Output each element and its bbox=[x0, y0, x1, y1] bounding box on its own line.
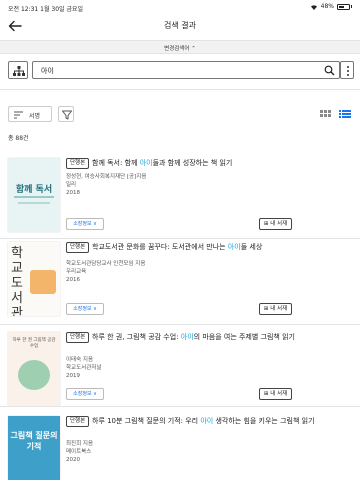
holdings-button[interactable]: 소장정보 ∨ bbox=[66, 218, 104, 230]
add-to-shelf-button[interactable]: ⊞ 내 서재 bbox=[259, 218, 292, 230]
item-title[interactable]: 하루 10분 그림책 질문의 기적: 우리 아이 생각하는 힘을 키우는 그림책… bbox=[92, 416, 348, 426]
cover-title: 하루 한 권 그림책 공감 수업 bbox=[12, 338, 56, 349]
add-to-shelf-button[interactable]: ⊞ 내 서재 bbox=[259, 303, 292, 315]
chevron-up-icon: ⌃ bbox=[191, 46, 196, 52]
book-cover[interactable]: 학교도서관 bbox=[8, 242, 60, 316]
divider bbox=[0, 406, 360, 407]
item-publisher: 일리 bbox=[66, 182, 77, 188]
status-time: 오전 12:31 1월 30일 금요일 bbox=[8, 6, 84, 13]
item-year: 2016 bbox=[66, 277, 80, 283]
search-input[interactable]: 아이 bbox=[32, 61, 340, 79]
item-publisher: 메이트북스 bbox=[66, 449, 92, 455]
divider bbox=[0, 89, 360, 90]
search-row: 아이 bbox=[8, 61, 354, 79]
item-author: 학교도서관담당교사 인천모임 지음 bbox=[66, 261, 146, 267]
item-author: 이태숙 지음 bbox=[66, 357, 94, 363]
cover-title: 함께 독서 bbox=[15, 185, 53, 195]
kebab-menu-icon bbox=[347, 66, 349, 76]
holdings-button[interactable]: 소장정보 ∨ bbox=[66, 388, 104, 400]
sort-toolbar: 서명 bbox=[8, 106, 352, 122]
book-cover[interactable]: 하루 한 권 그림책 공감 수업 bbox=[8, 332, 60, 406]
divider bbox=[0, 324, 360, 325]
type-badge: 단행본 bbox=[66, 416, 90, 427]
item-title[interactable]: 하루 한 권, 그림책 공감 수업: 아이의 마음을 여는 주제별 그림책 읽기 bbox=[92, 332, 348, 342]
item-year: 2019 bbox=[66, 373, 80, 379]
result-count: 총 88건 bbox=[8, 135, 29, 142]
search-query: 아이 bbox=[41, 67, 54, 75]
wifi-icon bbox=[310, 4, 317, 10]
list-view-icon[interactable] bbox=[338, 106, 352, 122]
sort-icon bbox=[14, 111, 23, 119]
funnel-icon bbox=[62, 110, 72, 120]
item-year: 2020 bbox=[66, 457, 80, 463]
status-indicators: 48% bbox=[310, 3, 352, 10]
battery-icon bbox=[337, 3, 350, 10]
battery-percent: 48% bbox=[320, 3, 334, 10]
book-cover[interactable]: 함께 독서 bbox=[8, 158, 60, 232]
more-options-button[interactable] bbox=[340, 61, 354, 79]
type-badge: 단행본 bbox=[66, 332, 90, 343]
sort-select[interactable]: 서명 bbox=[8, 106, 52, 122]
item-publisher: 우리교육 bbox=[66, 269, 87, 275]
item-year: 2018 bbox=[66, 190, 80, 196]
item-author: 최진희 지음 bbox=[66, 441, 94, 447]
item-title[interactable]: 함께 독서: 함께 아이들과 함께 성장하는 책 읽기 bbox=[92, 158, 348, 168]
holdings-button[interactable]: 소장정보 ∨ bbox=[66, 303, 104, 315]
page-title: 검색 결과 bbox=[164, 21, 196, 30]
shelf-plus-icon: ⊞ bbox=[263, 221, 269, 227]
grid-view-icon[interactable] bbox=[318, 106, 332, 122]
cover-title: 그림책 질문의 기적 bbox=[10, 431, 58, 451]
search-scope-button[interactable] bbox=[8, 61, 28, 79]
item-title[interactable]: 학교도서관 문화를 꿈꾸다: 도서관에서 만나는 아이들 세상 bbox=[92, 242, 348, 252]
status-bar: 오전 12:31 1월 30일 금요일 48% bbox=[0, 0, 360, 14]
shelf-plus-icon: ⊞ bbox=[263, 306, 269, 312]
book-cover[interactable]: 그림책 질문의 기적 bbox=[8, 416, 60, 480]
list-item[interactable]: 그림책 질문의 기적 단행본 하루 10분 그림책 질문의 기적: 우리 아이 … bbox=[0, 408, 360, 480]
type-badge: 단행본 bbox=[66, 242, 90, 253]
shelf-plus-icon: ⊞ bbox=[263, 391, 269, 397]
type-badge: 단행본 bbox=[66, 158, 90, 169]
sort-selected-label: 서명 bbox=[29, 113, 41, 120]
list-item[interactable]: 하루 한 권 그림책 공감 수업 단행본 하루 한 권, 그림책 공감 수업: … bbox=[0, 326, 360, 410]
item-publisher: 학교도서관저널 bbox=[66, 365, 102, 371]
hierarchy-icon bbox=[13, 66, 25, 76]
add-to-shelf-button[interactable]: ⊞ 내 서재 bbox=[259, 388, 292, 400]
list-item[interactable]: 학교도서관 단행본 학교도서관 문화를 꿈꾸다: 도서관에서 만나는 아이들 세… bbox=[0, 240, 360, 330]
search-icon[interactable] bbox=[324, 65, 335, 76]
app-header: 검색 결과 bbox=[0, 14, 360, 40]
list-item[interactable]: 함께 독서 단행본 함께 독서: 함께 아이들과 함께 성장하는 책 읽기 정성… bbox=[0, 152, 360, 244]
item-author: 정성현, 여승사회복지재단 [공]지음 bbox=[66, 174, 147, 180]
advanced-search-label: 변경검색어 bbox=[164, 46, 190, 52]
divider bbox=[0, 238, 360, 239]
advanced-search-toggle[interactable]: 변경검색어 ⌃ bbox=[0, 40, 360, 54]
filter-button[interactable] bbox=[58, 106, 74, 122]
cover-title: 학교도서관 bbox=[11, 246, 23, 316]
